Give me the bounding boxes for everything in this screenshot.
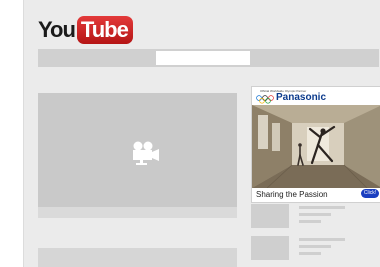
related-video-meta-line	[299, 220, 321, 223]
ad-click-button[interactable]: Click!	[361, 189, 379, 198]
ad-brand-name: Panasonic	[276, 92, 327, 103]
related-video-title-line[interactable]	[299, 238, 345, 241]
related-video-title-line[interactable]	[299, 206, 345, 209]
video-info-panel	[38, 248, 237, 267]
olympic-rings-icon	[256, 95, 274, 104]
logo-you-text: You	[38, 17, 76, 42]
related-video-thumbnail[interactable]	[251, 236, 289, 260]
search-bar	[38, 49, 379, 67]
ad-caption: Sharing the Passion	[256, 190, 328, 199]
related-video-thumbnail[interactable]	[251, 204, 289, 228]
related-video-meta-line	[299, 245, 331, 248]
related-video-meta-line	[299, 252, 321, 255]
ad-photo-gymnast	[252, 105, 380, 188]
youtube-page-frame: You Tube Official Worldwide Olympic Part…	[23, 0, 380, 267]
panasonic-ad[interactable]: Official Worldwide Olympic Partner Panas…	[251, 86, 380, 203]
youtube-logo[interactable]: You Tube	[38, 15, 133, 45]
video-camera-icon	[133, 141, 159, 165]
logo-tube-text: Tube	[76, 16, 133, 44]
player-controls-bar[interactable]	[38, 207, 237, 218]
search-input[interactable]	[156, 51, 250, 65]
video-player[interactable]	[38, 93, 237, 207]
related-video-meta-line	[299, 213, 331, 216]
